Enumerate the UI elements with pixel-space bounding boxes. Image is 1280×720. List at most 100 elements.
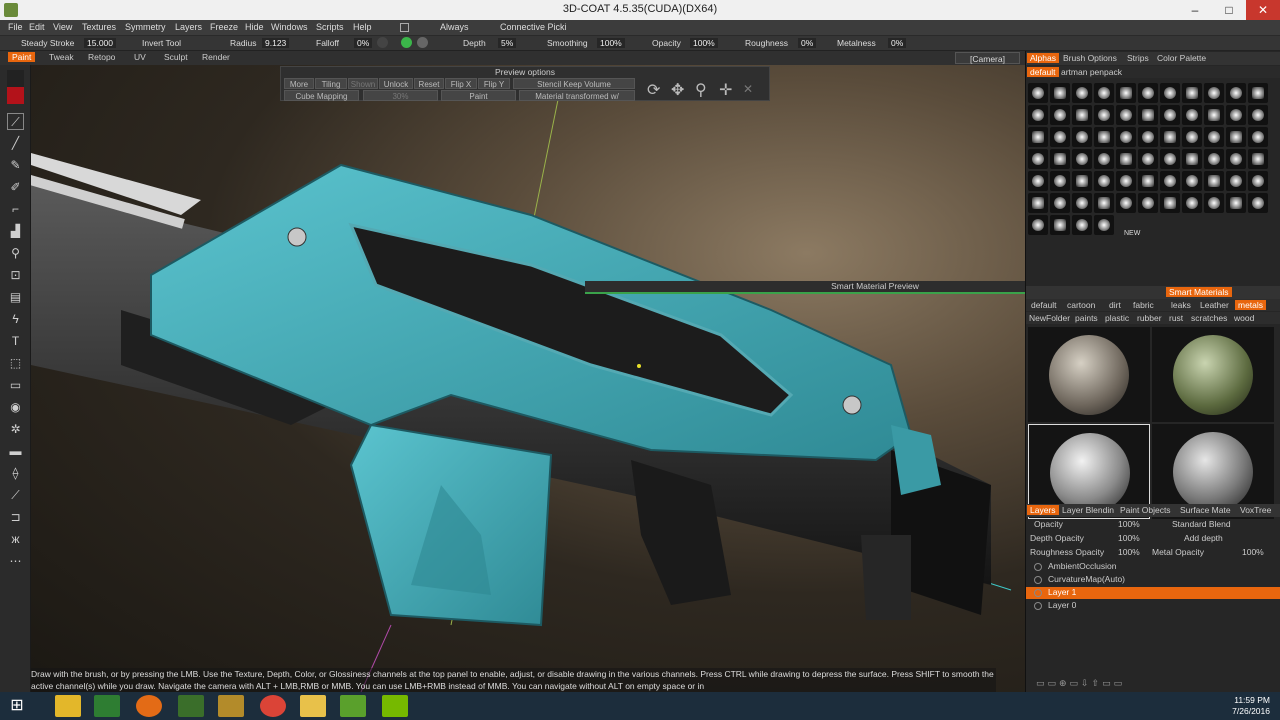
alpha-thumb[interactable] <box>1182 127 1202 147</box>
alpha-thumb[interactable] <box>1094 83 1114 103</box>
alpha-thumb[interactable] <box>1204 193 1224 213</box>
folder-paints[interactable]: paints <box>1072 313 1101 323</box>
alpha-thumb[interactable] <box>1116 193 1136 213</box>
material-dropdown[interactable]: Material transformed w/ <box>519 90 635 101</box>
menu-file[interactable]: File <box>8 22 23 32</box>
menu-view[interactable]: View <box>53 22 72 32</box>
step-tool-icon[interactable]: ⊐ <box>7 509 24 526</box>
grid-tool-icon[interactable]: ⋯ <box>7 553 24 570</box>
visibility-icon[interactable] <box>1034 576 1042 584</box>
material-thumb[interactable] <box>1152 327 1274 422</box>
alpha-thumb[interactable] <box>1072 193 1092 213</box>
line-tool-icon[interactable]: ╱ <box>7 135 24 152</box>
set-artman[interactable]: artman penpack <box>1058 67 1125 77</box>
alpha-thumb[interactable] <box>1050 149 1070 169</box>
tab-strips[interactable]: Strips <box>1124 53 1152 63</box>
steady-stroke-value[interactable]: 15.000 <box>84 38 116 48</box>
alpha-thumb[interactable] <box>1226 193 1246 213</box>
tab-layers[interactable]: Layers <box>1027 505 1059 515</box>
always-label[interactable]: Always <box>440 22 469 32</box>
alpha-thumb[interactable] <box>1204 149 1224 169</box>
flip-y-button[interactable]: Flip Y <box>478 78 510 89</box>
clone-tool-icon[interactable]: ⚲ <box>7 245 24 262</box>
layer-item[interactable]: AmbientOcclusion <box>1026 561 1280 573</box>
tab-paint[interactable]: Paint <box>8 52 36 62</box>
alpha-thumb[interactable] <box>1050 193 1070 213</box>
gear-tool-icon[interactable]: ✲ <box>7 421 24 438</box>
alpha-thumb[interactable] <box>1094 215 1114 235</box>
nvidia-taskbar-icon[interactable] <box>382 695 408 717</box>
alpha-thumb[interactable] <box>1182 105 1202 125</box>
fill-tool-icon[interactable]: ✐ <box>7 179 24 196</box>
layer-item[interactable]: Layer 0 <box>1026 600 1280 612</box>
folder-taskbar-icon[interactable] <box>300 695 326 717</box>
folder-leaks[interactable]: leaks <box>1168 300 1194 310</box>
metal-opacity-value[interactable]: 100% <box>1242 547 1264 557</box>
alpha-thumb[interactable] <box>1248 105 1268 125</box>
menu-hide[interactable]: Hide <box>245 22 264 32</box>
alpha-thumb[interactable] <box>1138 127 1158 147</box>
alpha-thumb[interactable] <box>1182 83 1202 103</box>
excel-taskbar-icon[interactable] <box>94 695 120 717</box>
alpha-thumb[interactable] <box>1160 127 1180 147</box>
alpha-thumb[interactable] <box>1160 149 1180 169</box>
folder-default[interactable]: default <box>1028 300 1060 310</box>
close-icon[interactable]: ✕ <box>743 82 753 96</box>
visibility-icon[interactable] <box>1034 589 1042 597</box>
alpha-thumb[interactable] <box>1050 171 1070 191</box>
menu-freeze[interactable]: Freeze <box>210 22 238 32</box>
opacity-value[interactable]: 100% <box>1118 519 1140 529</box>
roughness-opacity-value[interactable]: 100% <box>1118 547 1140 557</box>
alpha-thumb[interactable] <box>1138 105 1158 125</box>
opacity-value[interactable]: 100% <box>690 38 718 48</box>
alpha-thumb[interactable] <box>1072 149 1092 169</box>
roughness-value[interactable]: 0% <box>798 38 817 48</box>
falloff-value[interactable]: 0% <box>354 38 373 48</box>
maximize-button[interactable]: □ <box>1212 0 1246 20</box>
folder-scratches[interactable]: scratches <box>1188 313 1230 323</box>
game-taskbar-icon[interactable] <box>218 695 244 717</box>
alpha-thumb[interactable] <box>1094 171 1114 191</box>
folder-rubber[interactable]: rubber <box>1134 313 1165 323</box>
alpha-thumb[interactable] <box>1226 171 1246 191</box>
new-alpha-label[interactable]: NEW <box>1124 230 1140 237</box>
alpha-thumb[interactable] <box>1072 83 1092 103</box>
gloss-sphere-icon[interactable] <box>417 37 428 48</box>
alpha-thumb[interactable] <box>1116 171 1136 191</box>
alpha-thumb[interactable] <box>1028 127 1048 147</box>
folder-newfolder[interactable]: NewFolder <box>1026 313 1073 323</box>
alpha-thumb[interactable] <box>1094 193 1114 213</box>
alpha-thumb[interactable] <box>1248 83 1268 103</box>
alpha-thumb[interactable] <box>1028 171 1048 191</box>
eraser-tool-icon[interactable]: ▭ <box>7 377 24 394</box>
scale-icon[interactable]: ⚲ <box>695 80 707 100</box>
alpha-thumb[interactable] <box>1160 171 1180 191</box>
alpha-thumb[interactable] <box>1204 105 1224 125</box>
blend-mode-dropdown[interactable]: Standard Blend <box>1172 519 1231 529</box>
butterfly-tool-icon[interactable]: ж <box>7 531 24 548</box>
folder-dirt[interactable]: dirt <box>1106 300 1124 310</box>
unlock-button[interactable]: Unlock <box>379 78 413 89</box>
alpha-thumb[interactable] <box>1028 105 1048 125</box>
select-tool-icon[interactable]: ⬚ <box>7 355 24 372</box>
alpha-thumb[interactable] <box>1028 215 1048 235</box>
more-button[interactable]: More <box>284 78 314 89</box>
alpha-thumb[interactable] <box>1182 149 1202 169</box>
tab-smart-materials[interactable]: Smart Materials <box>1166 287 1232 297</box>
folder-plastic[interactable]: plastic <box>1102 313 1132 323</box>
shown-button[interactable]: Shown <box>348 78 378 89</box>
rotate-icon[interactable]: ⟳ <box>647 80 660 100</box>
menu-windows[interactable]: Windows <box>271 22 308 32</box>
alpha-thumb[interactable] <box>1138 83 1158 103</box>
menu-symmetry[interactable]: Symmetry <box>125 22 166 32</box>
folder-rust[interactable]: rust <box>1166 313 1186 323</box>
tab-tweak[interactable]: Tweak <box>45 52 78 62</box>
alpha-thumb[interactable] <box>1226 149 1246 169</box>
alpha-thumb[interactable] <box>1072 127 1092 147</box>
alpha-thumb[interactable] <box>1028 193 1048 213</box>
eye-tool-icon[interactable]: ◉ <box>7 399 24 416</box>
depth-opacity-value[interactable]: 100% <box>1118 533 1140 543</box>
tiling-button[interactable]: Tiling <box>315 78 347 89</box>
material-thumb[interactable] <box>1028 327 1150 422</box>
visibility-icon[interactable] <box>1034 602 1042 610</box>
